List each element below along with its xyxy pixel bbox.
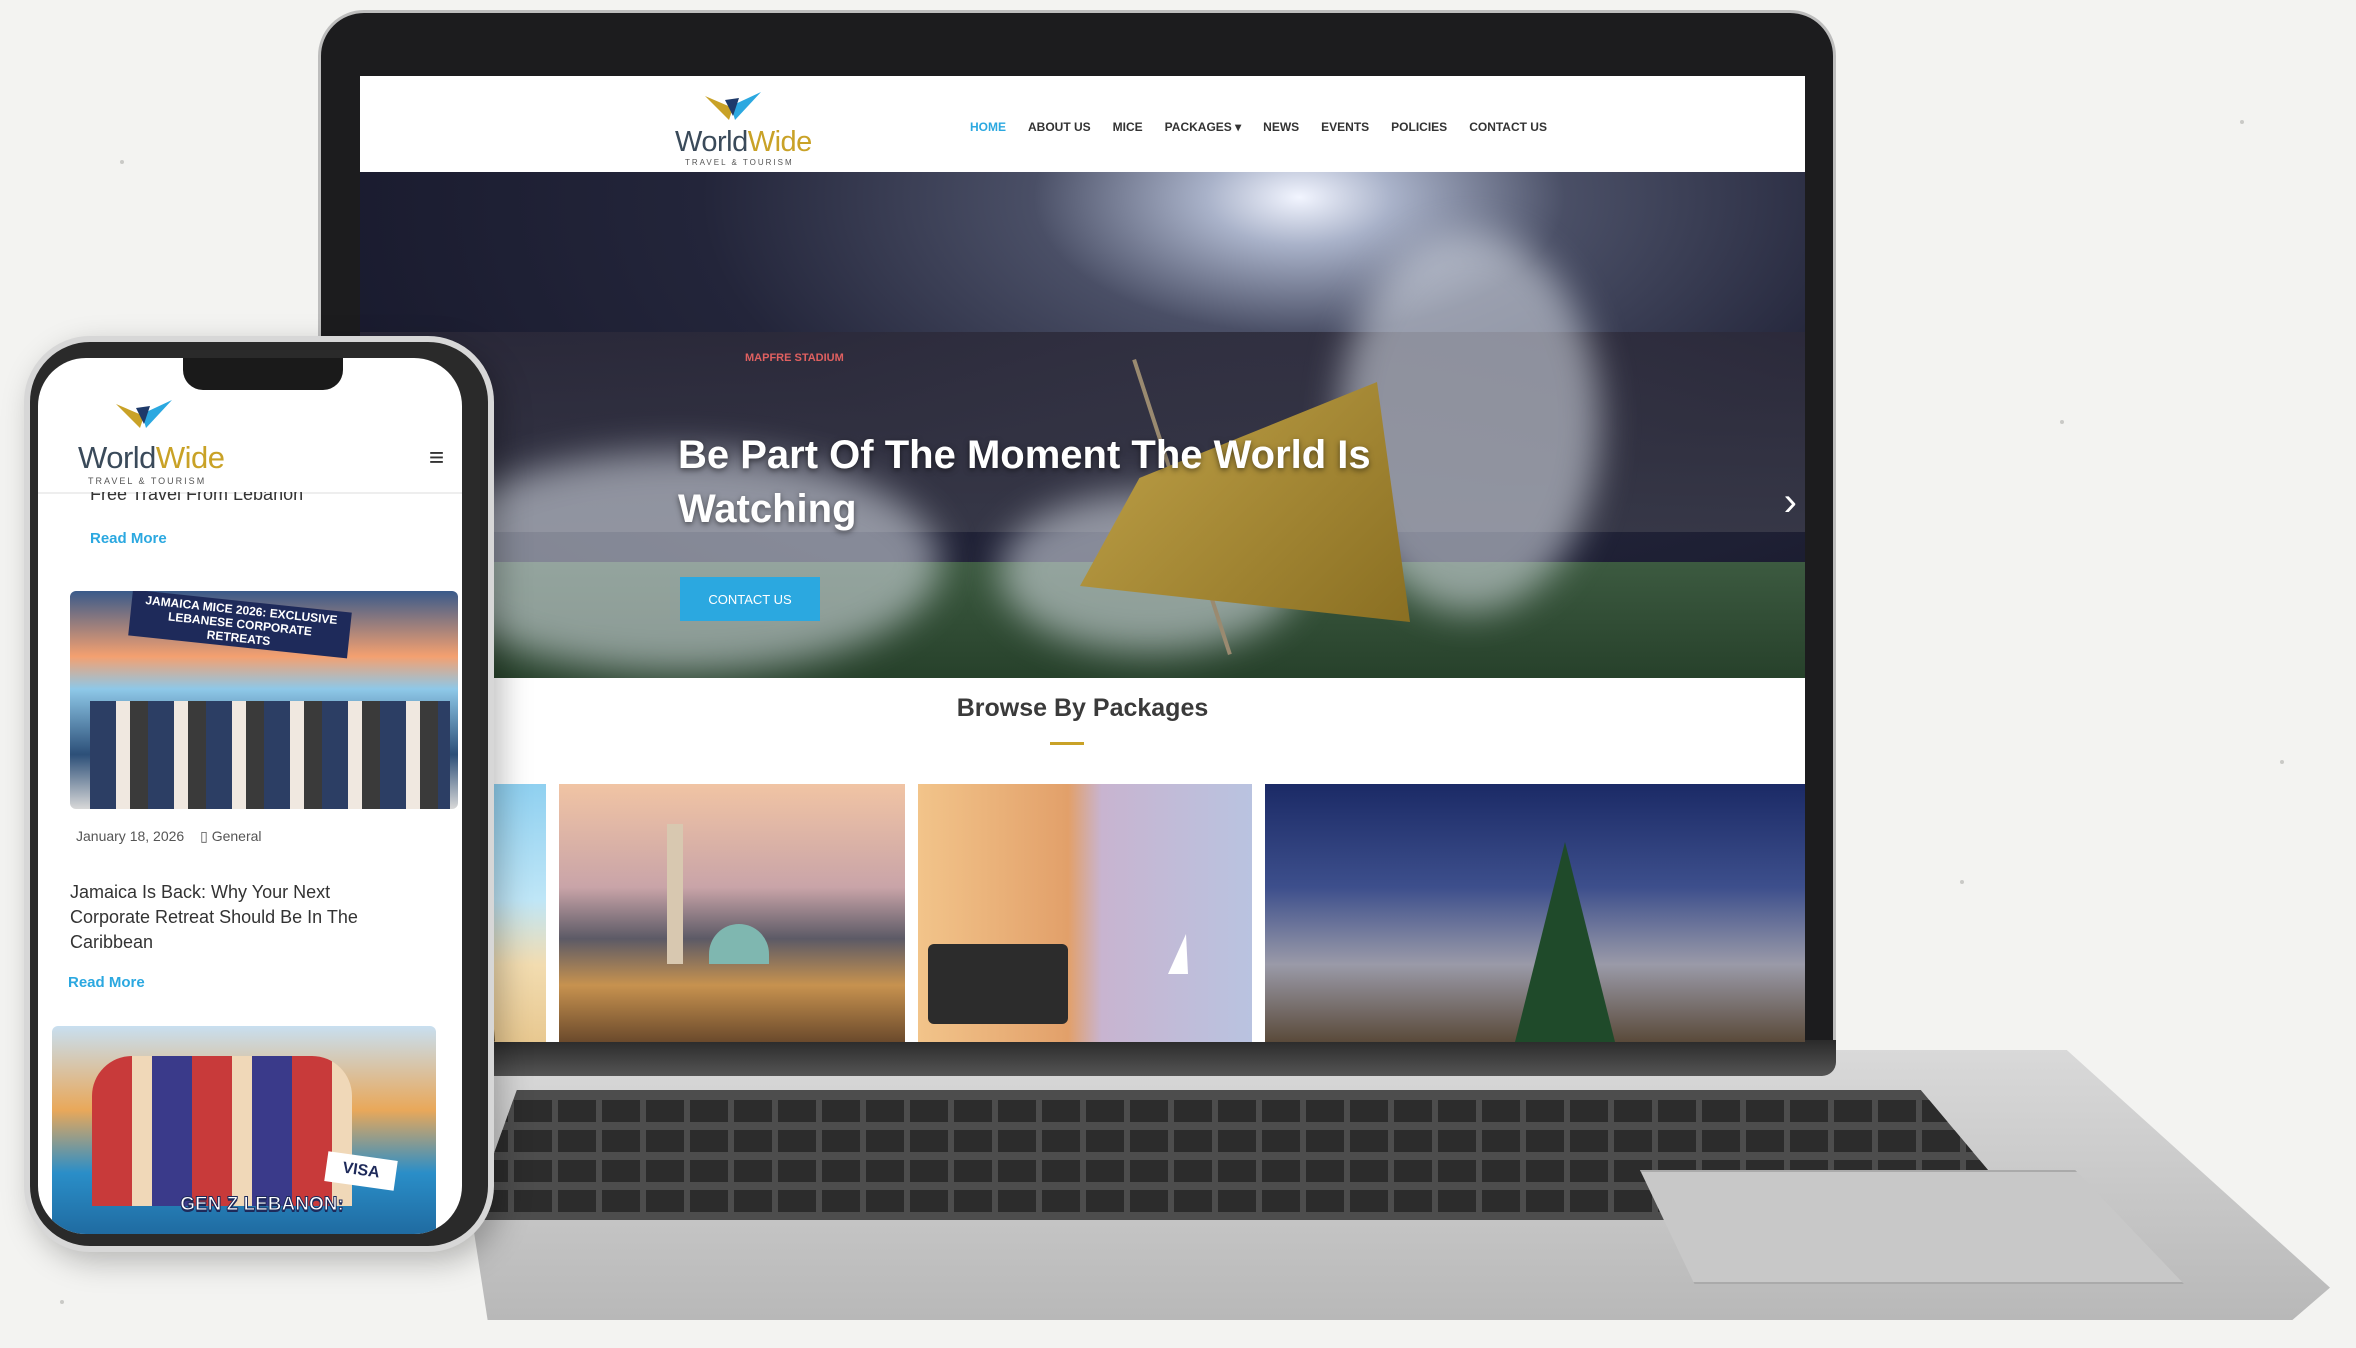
stadium-sign: MAPFRE STADIUM <box>745 352 844 364</box>
nav-packages[interactable]: PACKAGES ▾ <box>1165 120 1241 134</box>
post-image-caption: GEN Z LEBANON: <box>180 1194 345 1216</box>
nav-mice[interactable]: MICE <box>1113 120 1143 134</box>
group-photo <box>90 701 450 809</box>
post-image-banner: JAMAICA MICE 2026: EXCLUSIVE LEBANESE CO… <box>128 591 352 659</box>
hero-title: Be Part Of The Moment The World Is Watch… <box>678 433 1371 531</box>
mobile-site-logo[interactable]: WorldWide TRAVEL & TOURISM <box>78 398 225 488</box>
laptop-hinge <box>320 1040 1836 1076</box>
laptop-screen: WorldWide TRAVEL & TOURISM HOME ABOUT US… <box>360 76 1805 1042</box>
hero-slider: MAPFRE STADIUM Be Part Of The Moment The… <box>360 172 1805 678</box>
nav-news[interactable]: NEWS <box>1263 120 1299 134</box>
title-underline <box>1050 742 1084 745</box>
bird-logo-icon <box>705 92 761 120</box>
logo-word-world: World <box>78 440 156 475</box>
nav-policies[interactable]: POLICIES <box>1391 120 1447 134</box>
read-more-link[interactable]: Read More <box>68 974 145 991</box>
package-card-christmas-city[interactable] <box>1265 784 1805 1042</box>
post-category[interactable]: General <box>212 828 262 844</box>
folder-icon: ▯ <box>200 828 208 844</box>
nav-home[interactable]: HOME <box>970 120 1006 134</box>
post-image-jamaica[interactable]: JAMAICA MICE 2026: EXCLUSIVE LEBANESE CO… <box>70 591 458 809</box>
package-card-safari-beach[interactable] <box>918 784 1252 1042</box>
hamburger-icon[interactable]: ≡ <box>429 442 444 473</box>
packages-section-title: Browse By Packages <box>956 694 1209 722</box>
logo-word-wide: Wide <box>747 126 813 158</box>
phone-screen: WorldWide TRAVEL & TOURISM ≡ Free Travel… <box>38 358 462 1234</box>
main-nav: HOME ABOUT US MICE PACKAGES ▾ NEWS EVENT… <box>970 120 1569 134</box>
post-meta: January 18, 2026 ▯ General <box>76 828 262 845</box>
group-selfie-photo <box>92 1056 352 1206</box>
logo-word-world: World <box>675 126 748 158</box>
post-title[interactable]: Jamaica Is Back: Why Your Next Corporate… <box>70 880 400 955</box>
chevron-right-icon[interactable]: › <box>1784 482 1797 522</box>
nav-events[interactable]: EVENTS <box>1321 120 1369 134</box>
site-header: WorldWide TRAVEL & TOURISM HOME ABOUT US… <box>360 76 1805 172</box>
read-more-link[interactable]: Read More <box>90 530 167 547</box>
logo-word-wide: Wide <box>155 440 225 475</box>
logo-tagline: TRAVEL & TOURISM <box>88 476 207 486</box>
nav-contact-us[interactable]: CONTACT US <box>1469 120 1547 134</box>
package-card-mosque[interactable] <box>559 784 905 1042</box>
post-date: January 18, 2026 <box>76 828 185 844</box>
logo-tagline: TRAVEL & TOURISM <box>685 158 794 167</box>
bird-logo-icon <box>116 400 172 428</box>
nav-about-us[interactable]: ABOUT US <box>1028 120 1091 134</box>
phone-notch <box>183 358 343 390</box>
previous-post-title-fragment: Free Travel From Lebanon <box>90 492 304 504</box>
hero-contact-button[interactable]: CONTACT US <box>680 577 820 621</box>
site-logo[interactable]: WorldWide TRAVEL & TOURISM <box>675 88 812 168</box>
post-image-gen-z[interactable]: VISA GEN Z LEBANON: <box>52 1026 436 1234</box>
